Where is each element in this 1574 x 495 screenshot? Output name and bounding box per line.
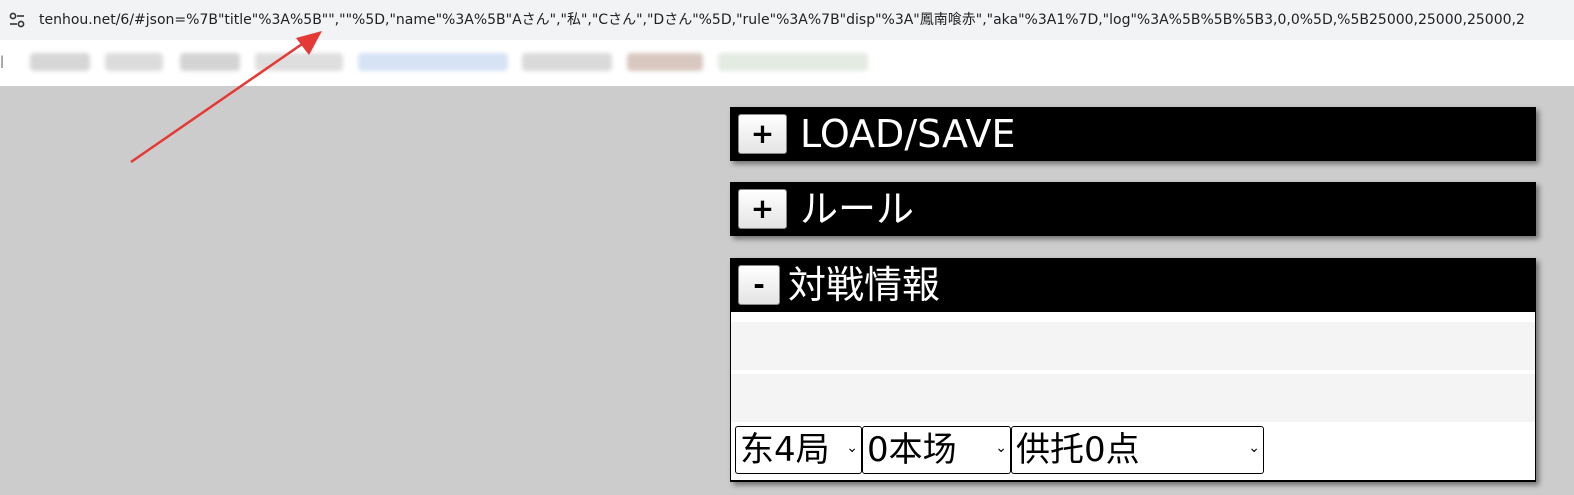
browser-chrome: tenhou.net/6/#json=%7B"title"%3A%5B"",""… — [0, 0, 1574, 86]
bookmarks-bar: | — [0, 40, 1574, 86]
bookmark-item[interactable] — [180, 53, 240, 71]
panel-header: - 対戦情報 — [730, 258, 1536, 312]
round-select[interactable]: 东4局 ⌄ — [735, 426, 862, 474]
chevron-down-icon: ⌄ — [1248, 440, 1260, 456]
round-select-value: 东4局 — [740, 430, 830, 470]
match-info-panel: - 対戦情報 东4局 ⌄ 0本场 ⌄ 供托0点 ⌄ — [730, 258, 1536, 482]
bookmark-item[interactable] — [358, 53, 508, 71]
title-row — [731, 374, 1535, 422]
chevron-down-icon: ⌄ — [846, 440, 858, 456]
bookmark-item[interactable] — [627, 53, 703, 71]
bookmark-item[interactable] — [30, 53, 90, 71]
panel-title-load-save[interactable]: LOAD/SAVE — [800, 111, 1016, 157]
panel-body: 东4局 ⌄ 0本场 ⌄ 供托0点 ⌄ — [731, 312, 1535, 480]
bookmark-item[interactable] — [718, 53, 868, 71]
bookmark-item[interactable] — [522, 53, 612, 71]
expand-button[interactable]: + — [738, 114, 787, 154]
tune-icon[interactable] — [8, 11, 26, 29]
load-save-panel: + LOAD/SAVE — [730, 107, 1536, 161]
url-text[interactable]: tenhou.net/6/#json=%7B"title"%3A%5B"",""… — [39, 11, 1569, 29]
bookmark-glyph: | — [0, 54, 5, 68]
title-row — [731, 322, 1535, 370]
panel-title-match-info[interactable]: 対戦情報 — [788, 262, 940, 308]
panel-header: + LOAD/SAVE — [730, 107, 1536, 161]
collapse-button[interactable]: - — [738, 265, 780, 305]
address-bar[interactable]: tenhou.net/6/#json=%7B"title"%3A%5B"",""… — [0, 0, 1574, 40]
kyotaku-select[interactable]: 供托0点 ⌄ — [1011, 426, 1264, 474]
chevron-down-icon: ⌄ — [995, 440, 1007, 456]
panel-title-rule[interactable]: ルール — [800, 186, 914, 232]
rule-panel: + ルール — [730, 182, 1536, 236]
expand-button[interactable]: + — [738, 189, 787, 229]
kyotaku-select-value: 供托0点 — [1016, 430, 1140, 470]
honba-select-value: 0本场 — [867, 430, 957, 470]
honba-select[interactable]: 0本场 ⌄ — [862, 426, 1011, 474]
bookmark-item[interactable] — [105, 53, 163, 71]
bookmark-item[interactable] — [255, 53, 343, 71]
panel-header: + ルール — [730, 182, 1536, 236]
